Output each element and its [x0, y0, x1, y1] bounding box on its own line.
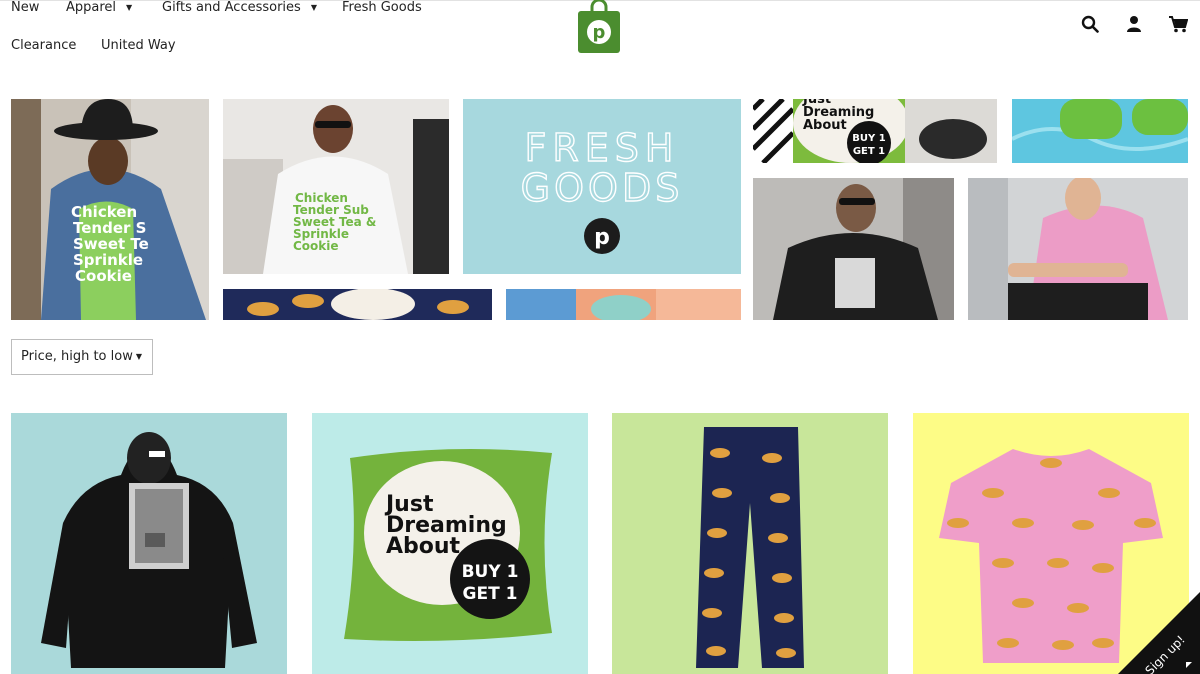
product-card-dreaming-pillow[interactable]: Just Dreaming About BUY 1 GET 1 [312, 413, 588, 674]
nav-apparel[interactable]: Apparel ▼ [66, 0, 132, 15]
nav-clearance[interactable]: Clearance [11, 38, 76, 53]
chevron-down-icon: ▼ [126, 3, 133, 12]
pillow-badge-line: GET 1 [463, 584, 518, 604]
hero-tile-black-hoodie-model[interactable] [753, 178, 954, 320]
nav-new-label: New [11, 0, 40, 15]
hero-tile-subs-table[interactable] [223, 289, 492, 320]
signup-ribbon[interactable]: Sign up! [1118, 592, 1200, 674]
nav-united-way-label: United Way [101, 38, 176, 53]
hero-tile-fresh-goods[interactable]: FRESH GOODS p [463, 99, 741, 274]
chevron-down-icon: ▼ [310, 3, 317, 12]
shirt-text-line: Cookie [75, 267, 132, 285]
nav-fresh-goods-label: Fresh Goods [342, 0, 422, 15]
chevron-down-icon: ▼ [135, 352, 142, 361]
nav-fresh-goods[interactable]: Fresh Goods [342, 0, 422, 15]
search-icon[interactable] [1081, 15, 1099, 37]
fresh-goods-line-2: GOODS [521, 166, 684, 210]
hero-tile-pink-shirt-model[interactable] [968, 178, 1188, 320]
account-icon[interactable] [1126, 15, 1142, 37]
cart-icon[interactable] [1168, 15, 1189, 37]
sort-dropdown[interactable]: Price, high to low ▼ [11, 339, 153, 375]
logo-letter: p [593, 22, 606, 43]
nav-gifts-label: Gifts and Accessories [162, 0, 301, 15]
fresh-goods-logo-letter: p [594, 225, 610, 250]
nav-apparel-label: Apparel [66, 0, 117, 15]
pillow-badge-line: BUY 1 [462, 562, 519, 582]
product-card-black-hoodie[interactable] [11, 413, 287, 674]
dream-text-line: About [803, 118, 847, 133]
nav-gifts[interactable]: Gifts and Accessories ▼ [162, 0, 317, 15]
hero-tile-denim-model[interactable]: Chicken Tender S Sweet Te Sprinkle Cooki… [11, 99, 209, 320]
nav-new[interactable]: New [11, 0, 39, 15]
sort-dropdown-label: Price, high to low [21, 349, 133, 364]
hero-tile-pool-slides[interactable] [1012, 99, 1188, 163]
product-card-sub-pants[interactable] [612, 413, 888, 674]
nav-united-way[interactable]: United Way [101, 38, 176, 53]
hero-tile-mural[interactable] [506, 289, 741, 320]
pillow-text-line: About [386, 534, 461, 559]
dream-badge-line: GET 1 [853, 146, 885, 157]
hoodie-text-line: Cookie [293, 239, 339, 253]
dream-badge-line: BUY 1 [852, 133, 885, 144]
hero-tile-dreaming-pillow[interactable]: Just Dreaming About BUY 1 GET 1 [753, 99, 997, 163]
store-logo[interactable]: p [578, 0, 620, 53]
nav-clearance-label: Clearance [11, 38, 77, 53]
fresh-goods-line-1: FRESH [525, 126, 680, 170]
hero-tile-hoodie-model[interactable]: Chicken Tender Sub Sweet Tea & Sprinkle … [223, 99, 449, 274]
